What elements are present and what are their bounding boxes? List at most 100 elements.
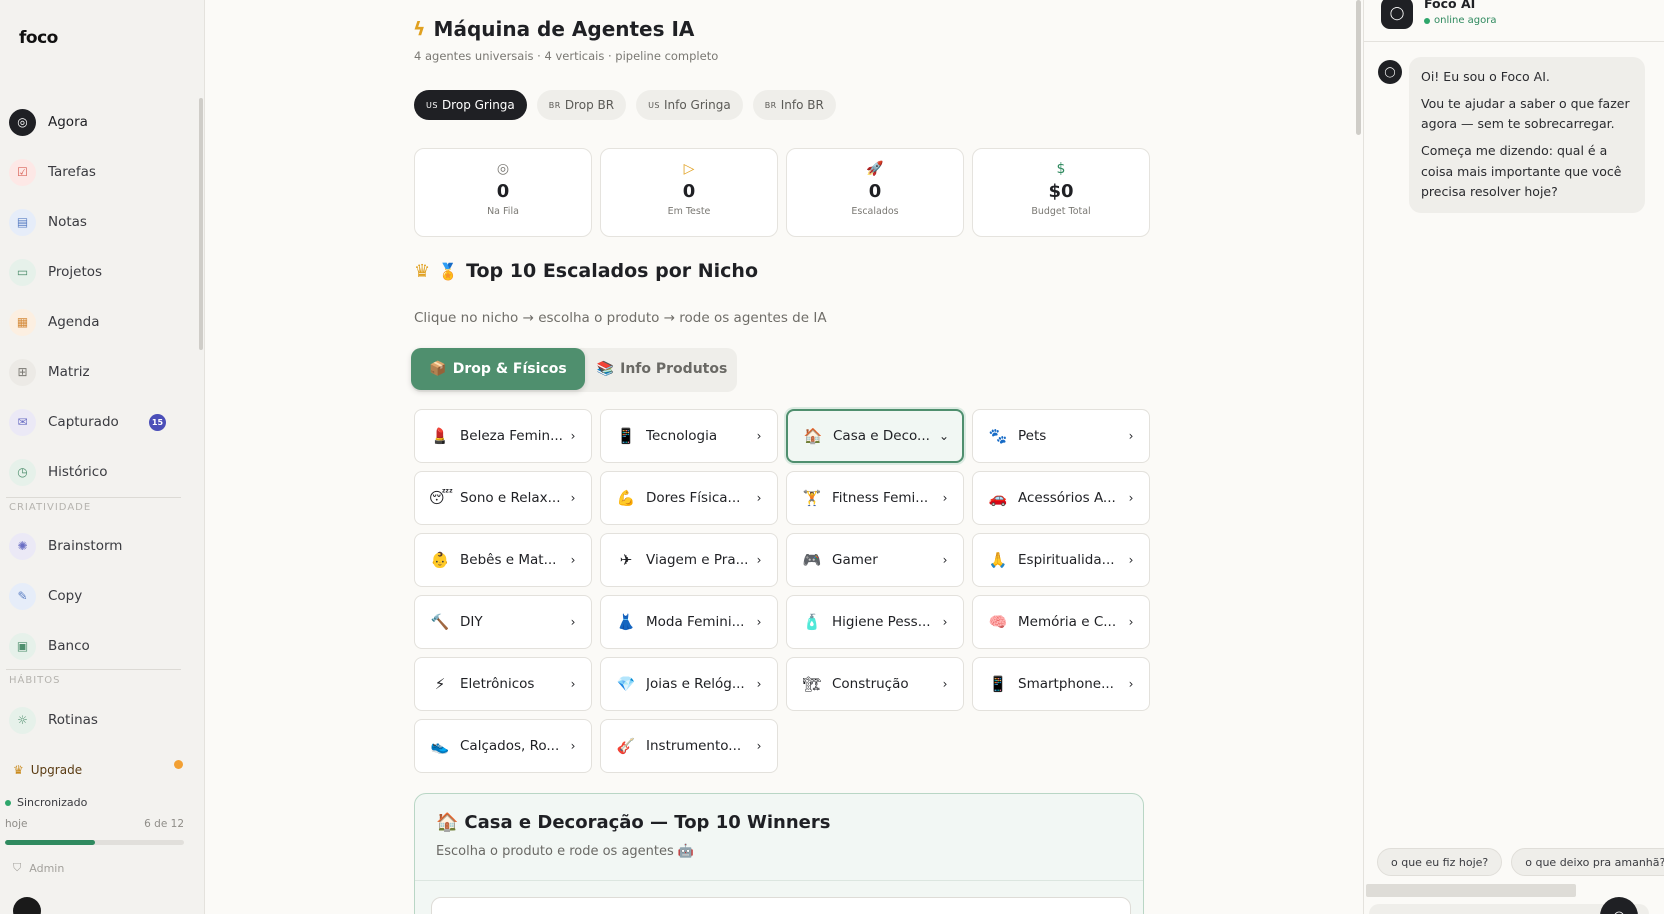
niche-card[interactable]: 💎 Joias e Relóg... ›	[600, 657, 778, 711]
niche-card[interactable]: 🏋 Fitness Femi... ›	[786, 471, 964, 525]
sidebar-item-label: Histórico	[48, 464, 108, 480]
niche-label: Higiene Pess...	[832, 614, 931, 630]
sidebar-item-label: Matriz	[48, 364, 90, 380]
niche-card[interactable]: 💪 Dores Física... ›	[600, 471, 778, 525]
chevron-right-icon: ›	[1128, 615, 1134, 629]
niche-card[interactable]: 😴 Sono e Relax... ›	[414, 471, 592, 525]
chat-scrollbar[interactable]	[1366, 884, 1576, 897]
stat-value: 0	[682, 181, 696, 202]
market-pill-info-br[interactable]: BR Info BR	[752, 90, 836, 120]
pill-label: Drop Gringa	[441, 98, 515, 112]
chevron-right-icon: ›	[942, 615, 948, 629]
suggestion-chip[interactable]: o que deixo pra amanhã?	[1511, 848, 1664, 876]
crown-icon: ♛	[13, 763, 24, 777]
rocket-icon: 🚀	[866, 161, 884, 177]
chat-panel: ◯ Foco AI online agora ◯ Oi! Eu sou o Fo…	[1363, 0, 1664, 914]
niche-card[interactable]: 👟 Calçados, Ro... ›	[414, 719, 592, 773]
niche-card[interactable]: 🙏 Espiritualida... ›	[972, 533, 1150, 587]
niche-card[interactable]: ⚡ Eletrônicos ›	[414, 657, 592, 711]
niche-icon: 🔨	[430, 613, 450, 631]
niche-icon: 🐾	[988, 427, 1008, 445]
sidebar-item-agenda[interactable]: ▦ Agenda	[9, 305, 189, 339]
niche-label: Construção	[832, 676, 909, 692]
sidebar-item-capturado[interactable]: ✉ Capturado 15	[9, 405, 189, 439]
niche-card[interactable]: 🏗 Construção ›	[786, 657, 964, 711]
sidebar-item-tarefas[interactable]: ☑ Tarefas	[9, 155, 189, 189]
chat-message: Oi! Eu sou o Foco AI. Vou te ajudar a sab…	[1409, 57, 1645, 213]
avatar[interactable]	[13, 897, 41, 914]
niche-label: Casa e Deco...	[833, 428, 930, 444]
niche-card[interactable]: 🎮 Gamer ›	[786, 533, 964, 587]
market-pill-drop-gringa[interactable]: US Drop Gringa	[414, 90, 527, 120]
niche-card[interactable]: 📱 Smartphone... ›	[972, 657, 1150, 711]
archive-icon: ▣	[9, 632, 36, 660]
niche-card[interactable]: 👗 Moda Femini... ›	[600, 595, 778, 649]
chevron-right-icon: ›	[570, 553, 576, 567]
niche-card[interactable]: 👶 Bebês e Mat... ›	[414, 533, 592, 587]
niche-card[interactable]: 🎸 Instrumento... ›	[600, 719, 778, 773]
suggestion-chip[interactable]: o que eu fiz hoje?	[1377, 848, 1503, 876]
market-pill-drop-br[interactable]: BR Drop BR	[536, 90, 627, 120]
winners-title: 🏠 Casa e Decoração — Top 10 Winners	[436, 812, 830, 833]
winners-title-text: Casa e Decoração — Top 10 Winners	[464, 812, 831, 833]
niche-icon: ✈	[619, 551, 633, 569]
folder-icon: ▭	[9, 258, 36, 286]
niche-icon: 🎸	[616, 737, 636, 755]
chevron-right-icon: ›	[942, 491, 948, 505]
sidebar-item-rotinas[interactable]: ☼ Rotinas	[9, 703, 189, 737]
section-title: ♛ 🏅 Top 10 Escalados por Nicho	[414, 260, 758, 282]
sidebar-item-label: Banco	[48, 638, 90, 654]
medal-icon: 🏅	[438, 261, 459, 281]
niche-icon: 🧴	[802, 613, 822, 631]
send-icon: ◎	[1613, 909, 1624, 914]
send-button[interactable]: ◎	[1600, 897, 1638, 914]
niche-icon: 📱	[616, 427, 636, 445]
notification-dot	[174, 760, 183, 769]
progress-left-label: hoje	[5, 818, 28, 830]
upgrade-label: Upgrade	[30, 763, 83, 777]
main-scrollbar[interactable]	[1356, 0, 1361, 135]
sync-label: Sincronizado	[17, 796, 88, 809]
shield-icon: ⛉	[13, 861, 22, 874]
niche-card[interactable]: 📱 Tecnologia ›	[600, 409, 778, 463]
niche-card[interactable]: 🚗 Acessórios A... ›	[972, 471, 1150, 525]
stat-label: Budget Total	[1031, 206, 1091, 217]
niche-card[interactable]: 🧴 Higiene Pess... ›	[786, 595, 964, 649]
sidebar-item-notas[interactable]: ▤ Notas	[9, 205, 189, 239]
sidebar-item-agora[interactable]: ◎ Agora	[9, 105, 189, 139]
niche-card[interactable]: 🐾 Pets ›	[972, 409, 1150, 463]
stat-card-budget-total: $ $0 Budget Total	[972, 148, 1150, 237]
app-logo[interactable]: foco	[19, 28, 58, 48]
sidebar-item-brainstorm[interactable]: ✺ Brainstorm	[9, 529, 189, 563]
sidebar-item-banco[interactable]: ▣ Banco	[9, 629, 189, 663]
niche-card[interactable]: ✈ Viagem e Pra... ›	[600, 533, 778, 587]
product-field[interactable]	[431, 897, 1131, 914]
stat-label: Na Fila	[487, 206, 519, 217]
chevron-right-icon: ›	[570, 491, 576, 505]
crown-icon: ♛	[414, 260, 431, 282]
tab-info-produtos[interactable]: 📚 Info Produtos	[587, 348, 737, 390]
sidebar-item-historico[interactable]: ◷ Histórico	[9, 455, 189, 489]
sidebar-item-projetos[interactable]: ▭ Projetos	[9, 255, 189, 289]
count-badge: 15	[149, 414, 166, 431]
tab-drop-fisicos[interactable]: 📦 Drop & Físicos	[411, 348, 585, 390]
niche-card[interactable]: 💄 Beleza Femin... ›	[414, 409, 592, 463]
chevron-right-icon: ›	[570, 677, 576, 691]
sidebar-item-copy[interactable]: ✎ Copy	[9, 579, 189, 613]
sidebar-scrollbar[interactable]	[199, 98, 203, 350]
niche-card[interactable]: 🏠 Casa e Deco... ⌄	[786, 409, 964, 463]
stat-card-na-fila: ◎ 0 Na Fila	[414, 148, 592, 237]
niche-card[interactable]: 🔨 DIY ›	[414, 595, 592, 649]
sidebar-item-matriz[interactable]: ⊞ Matriz	[9, 355, 189, 389]
pill-label: Info Gringa	[664, 98, 731, 112]
niche-label: Sono e Relax...	[460, 490, 561, 506]
upgrade-button[interactable]: ♛ Upgrade	[13, 763, 82, 777]
admin-link[interactable]: ⛉ Admin	[13, 861, 64, 875]
niche-icon: 🙏	[988, 551, 1008, 569]
pill-label: Drop BR	[564, 98, 615, 112]
target-icon: ◎	[9, 108, 36, 136]
sun-icon: ☼	[9, 706, 36, 734]
market-pill-info-gringa[interactable]: US Info Gringa	[636, 90, 743, 120]
niche-label: Viagem e Pra...	[646, 552, 749, 568]
niche-card[interactable]: 🧠 Memória e C... ›	[972, 595, 1150, 649]
